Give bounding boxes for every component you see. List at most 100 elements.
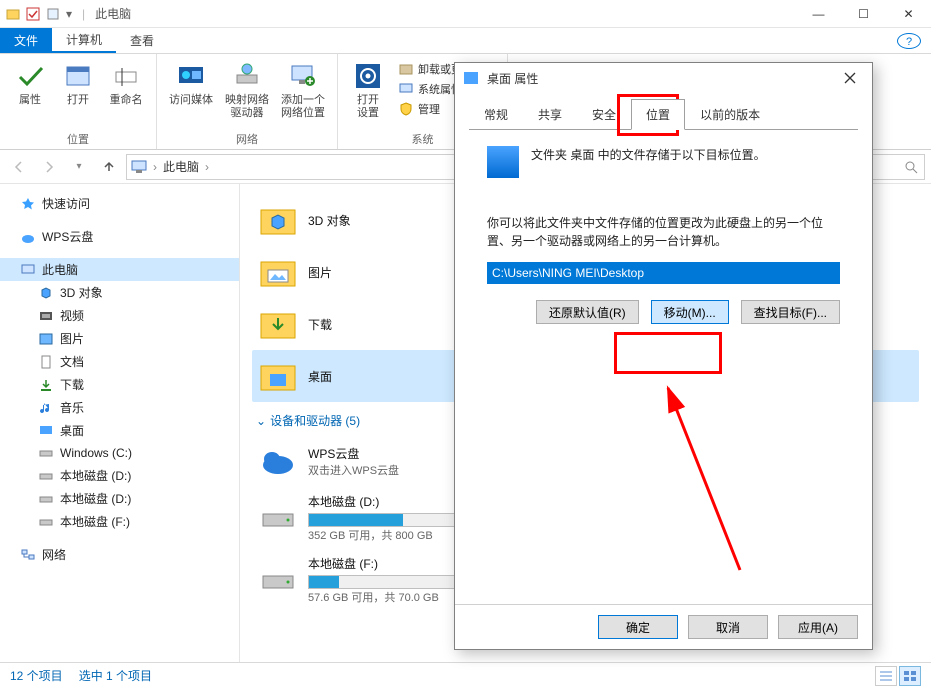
- box-icon: [398, 61, 414, 77]
- group-system-label: 系统: [412, 131, 434, 147]
- dialog-titlebar[interactable]: 桌面 属性: [455, 63, 872, 93]
- map-drive-button[interactable]: 映射网络 驱动器: [221, 58, 273, 131]
- properties-button[interactable]: 属性: [8, 58, 52, 131]
- tab-view[interactable]: 查看: [116, 28, 168, 53]
- properties-dialog: 桌面 属性 常规 共享 安全 位置 以前的版本 文件夹 桌面 中的文件存储于以下…: [454, 62, 873, 650]
- up-button[interactable]: [96, 154, 122, 180]
- folder-download-icon: [258, 304, 298, 344]
- drive-icon: [258, 560, 298, 600]
- apply-button[interactable]: 应用(A): [778, 615, 858, 639]
- recent-dropdown[interactable]: ▾: [66, 154, 92, 180]
- restore-defaults-button[interactable]: 还原默认值(R): [536, 300, 639, 324]
- add-network-location-button[interactable]: 添加一个 网络位置: [277, 58, 329, 131]
- map-drive-label: 映射网络 驱动器: [225, 94, 269, 120]
- tree-quick-access[interactable]: 快速访问: [0, 192, 239, 215]
- refresh-icon[interactable]: [46, 7, 60, 21]
- folder-cube-icon: [258, 200, 298, 240]
- monitor-plus-icon: [287, 60, 319, 92]
- dialog-content: 文件夹 桌面 中的文件存储于以下目标位置。 你可以将此文件夹中文件存储的位置更改…: [469, 129, 858, 604]
- status-selected: 选中 1 个项目: [79, 667, 152, 684]
- tab-file[interactable]: 文件: [0, 28, 52, 53]
- open-button[interactable]: 打开: [56, 58, 100, 131]
- tree-music[interactable]: 音乐: [0, 396, 239, 419]
- tree-this-pc[interactable]: 此电脑: [0, 258, 239, 281]
- dialog-close-button[interactable]: [836, 66, 864, 90]
- location-path-input[interactable]: [487, 262, 840, 284]
- tab-share[interactable]: 共享: [523, 99, 577, 130]
- status-bar: 12 个项目 选中 1 个项目: [0, 662, 931, 688]
- tree-drive-d[interactable]: 本地磁盘 (D:): [0, 464, 239, 487]
- cloud-icon: [258, 441, 298, 481]
- tree-desktop[interactable]: 桌面: [0, 419, 239, 442]
- tree-downloads[interactable]: 下载: [0, 373, 239, 396]
- chevron-down-icon: ⌄: [256, 414, 266, 428]
- ok-button[interactable]: 确定: [598, 615, 678, 639]
- view-tiles-button[interactable]: [899, 666, 921, 686]
- tab-location[interactable]: 位置: [631, 99, 685, 130]
- tree-wps-cloud[interactable]: WPS云盘: [0, 225, 239, 248]
- tab-computer[interactable]: 计算机: [52, 28, 116, 53]
- manage-label: 管理: [418, 101, 440, 117]
- cancel-button[interactable]: 取消: [688, 615, 768, 639]
- forward-button[interactable]: [36, 154, 62, 180]
- status-item-count: 12 个项目: [10, 667, 63, 684]
- breadcrumb-sep: ›: [205, 160, 209, 174]
- tree-label: 本地磁盘 (F:): [60, 513, 130, 530]
- network-icon: [20, 547, 36, 563]
- search-icon: [904, 160, 918, 174]
- window-titlebar: ▾ | 此电脑 — ☐ ✕: [0, 0, 931, 28]
- group-network-label: 网络: [236, 131, 258, 147]
- tree-label: Windows (C:): [60, 446, 132, 460]
- drive-icon: [38, 445, 54, 461]
- tree-drive-f[interactable]: 本地磁盘 (F:): [0, 510, 239, 533]
- breadcrumb[interactable]: 此电脑: [163, 158, 199, 175]
- help-button[interactable]: ?: [897, 33, 921, 49]
- close-button[interactable]: ✕: [886, 0, 931, 28]
- drive-icon: [38, 491, 54, 507]
- rename-icon: [110, 60, 142, 92]
- tab-security[interactable]: 安全: [577, 99, 631, 130]
- ribbon-group-location: 属性 打开 重命名 位置: [0, 54, 157, 149]
- open-settings-button[interactable]: 打开 设置: [346, 58, 390, 131]
- access-media-button[interactable]: 访问媒体: [165, 58, 217, 131]
- tree-network[interactable]: 网络: [0, 543, 239, 566]
- navigation-pane[interactable]: 快速访问 WPS云盘 此电脑 3D 对象 视频 图片 文档 下载 音乐 桌面 W…: [0, 184, 240, 662]
- checkbox-icon[interactable]: [26, 7, 40, 21]
- tree-videos[interactable]: 视频: [0, 304, 239, 327]
- tab-previous-versions[interactable]: 以前的版本: [685, 99, 775, 130]
- drive-net-icon: [231, 60, 263, 92]
- tree-3d-objects[interactable]: 3D 对象: [0, 281, 239, 304]
- tree-documents[interactable]: 文档: [0, 350, 239, 373]
- down-chevron-icon[interactable]: ▾: [66, 7, 72, 21]
- maximize-button[interactable]: ☐: [841, 0, 886, 28]
- cloud-icon: [20, 229, 36, 245]
- view-details-button[interactable]: [875, 666, 897, 686]
- item-label: WPS云盘: [308, 445, 399, 462]
- tree-drive-d2[interactable]: 本地磁盘 (D:): [0, 487, 239, 510]
- back-button[interactable]: [6, 154, 32, 180]
- tab-general[interactable]: 常规: [469, 99, 523, 130]
- find-target-button[interactable]: 查找目标(F)...: [741, 300, 840, 324]
- title-divider: |: [82, 7, 85, 21]
- tree-label: 下载: [60, 376, 84, 393]
- tree-pictures[interactable]: 图片: [0, 327, 239, 350]
- pc-icon: [20, 262, 36, 278]
- move-button[interactable]: 移动(M)...: [651, 300, 729, 324]
- minimize-button[interactable]: —: [796, 0, 841, 28]
- access-media-label: 访问媒体: [169, 94, 213, 107]
- dialog-title: 桌面 属性: [487, 70, 538, 87]
- item-sublabel: 352 GB 可用，共 800 GB: [308, 527, 478, 543]
- open-settings-label: 打开 设置: [357, 94, 379, 120]
- dialog-icon: [463, 70, 479, 86]
- tree-label: WPS云盘: [42, 228, 93, 245]
- item-label: 下载: [308, 316, 332, 333]
- tree-label: 图片: [60, 330, 84, 347]
- tree-label: 此电脑: [42, 261, 78, 278]
- desktop-icon: [38, 423, 54, 439]
- quick-access-toolbar: ▾: [0, 7, 78, 21]
- doc-icon: [38, 354, 54, 370]
- item-sublabel: 57.6 GB 可用，共 70.0 GB: [308, 589, 478, 605]
- rename-label: 重命名: [110, 94, 143, 107]
- tree-drive-c[interactable]: Windows (C:): [0, 442, 239, 464]
- rename-button[interactable]: 重命名: [104, 58, 148, 131]
